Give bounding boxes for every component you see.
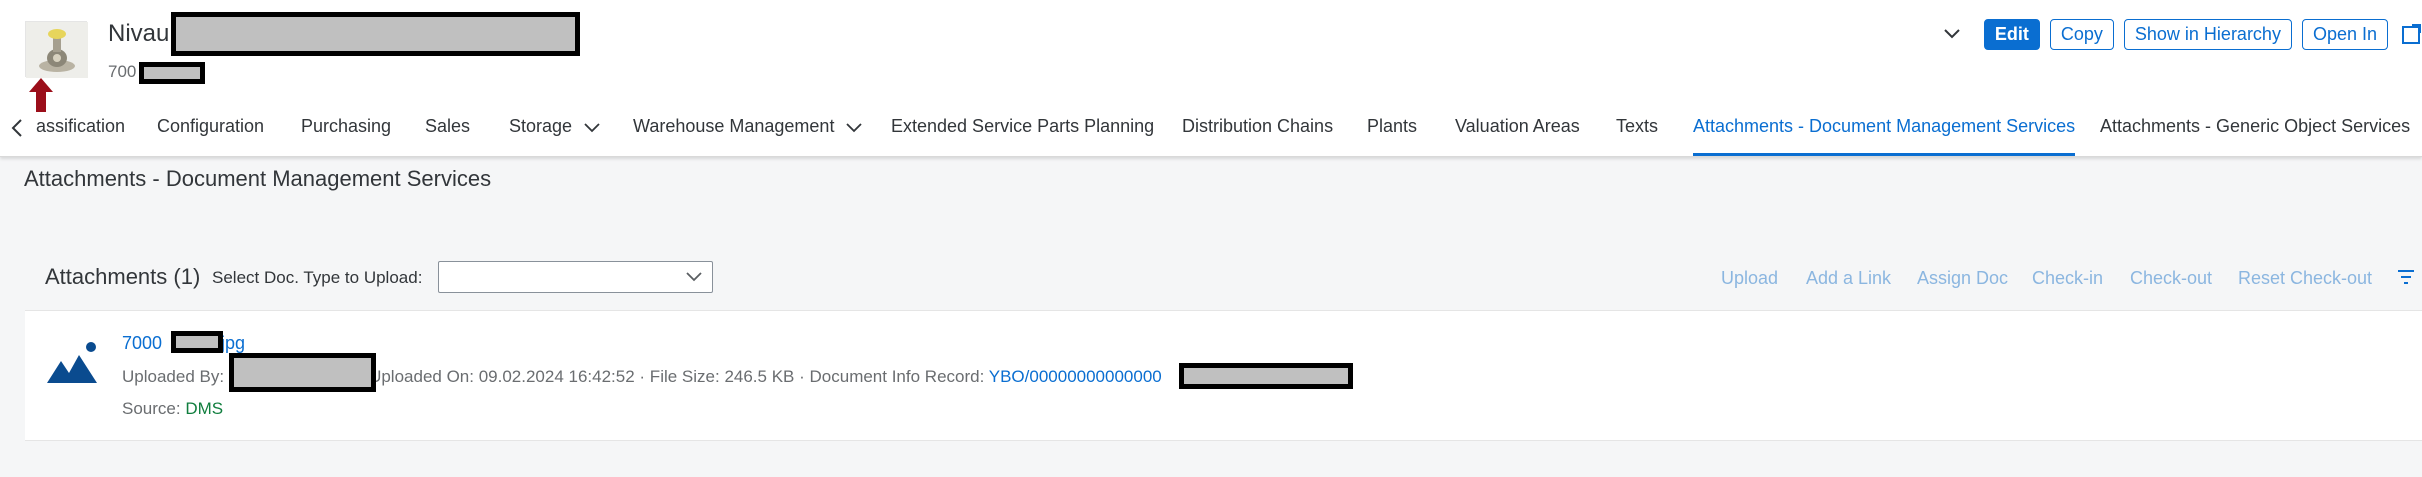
edit-button[interactable]: Edit bbox=[1983, 18, 2040, 50]
upload-button[interactable]: Upload bbox=[1721, 268, 1778, 289]
tab-distribution-chains[interactable]: Distribution Chains bbox=[1182, 116, 1333, 156]
tab-texts[interactable]: Texts bbox=[1616, 116, 1658, 156]
redacted-title-block bbox=[171, 12, 580, 56]
assign-doc-button[interactable]: Assign Doc bbox=[1917, 268, 2008, 289]
tab-attachments-gos[interactable]: Attachments - Generic Object Services bbox=[2100, 116, 2410, 156]
tab-configuration[interactable]: Configuration bbox=[157, 116, 264, 156]
tab-warehouse-management[interactable]: Warehouse Management bbox=[633, 116, 863, 156]
redacted-subtitle-block bbox=[139, 62, 205, 84]
chevron-left-icon[interactable] bbox=[10, 118, 30, 142]
chevron-down-icon[interactable] bbox=[1932, 18, 1972, 50]
reset-check-out-button[interactable]: Reset Check-out bbox=[2238, 268, 2372, 289]
attachments-toolbar: Attachments (1) Select Doc. Type to Uplo… bbox=[25, 258, 2422, 298]
check-in-button[interactable]: Check-in bbox=[2032, 268, 2103, 289]
object-title: Nivau bbox=[108, 20, 170, 47]
tab-classification[interactable]: assification bbox=[36, 116, 125, 156]
header-actions: Edit Copy Show in Hierarchy Open In bbox=[1932, 18, 2422, 50]
chevron-down-icon bbox=[686, 270, 702, 288]
object-page-header: Nivau 700 Edit Copy Show in Hierarchy Op… bbox=[0, 0, 2422, 157]
product-thumbnail-icon[interactable] bbox=[25, 21, 88, 78]
chevron-down-icon bbox=[846, 117, 863, 138]
add-link-button[interactable]: Add a Link bbox=[1806, 268, 1891, 289]
open-in-button[interactable]: Open In bbox=[2301, 18, 2388, 50]
tab-purchasing[interactable]: Purchasing bbox=[301, 116, 391, 156]
copy-button[interactable]: Copy bbox=[2049, 18, 2114, 50]
redacted-uploader-block bbox=[229, 353, 376, 392]
doc-type-select[interactable] bbox=[438, 261, 713, 293]
object-subtitle: 700 bbox=[108, 62, 137, 81]
tab-valuation-areas[interactable]: Valuation Areas bbox=[1455, 116, 1580, 156]
redacted-file-name-block bbox=[171, 331, 223, 353]
tab-attachments-dms[interactable]: Attachments - Document Management Servic… bbox=[1693, 116, 2076, 156]
section-title: Attachments - Document Management Servic… bbox=[24, 166, 492, 191]
document-info-record-link[interactable]: YBO/00000000000000 bbox=[989, 367, 1162, 386]
attachment-source: Source: DMS bbox=[122, 399, 224, 418]
check-out-button[interactable]: Check-out bbox=[2130, 268, 2212, 289]
tab-sales[interactable]: Sales bbox=[425, 116, 470, 156]
tab-bar: assification Configuration Purchasing Sa… bbox=[0, 108, 2422, 156]
chevron-down-icon bbox=[584, 117, 600, 138]
image-file-icon bbox=[47, 341, 99, 388]
tab-storage[interactable]: Storage bbox=[509, 116, 600, 156]
overflow-menu-icon[interactable] bbox=[2397, 268, 2415, 291]
tab-plants[interactable]: Plants bbox=[1367, 116, 1417, 156]
attachments-count-title: Attachments (1) bbox=[45, 264, 201, 289]
doc-type-select-label: Select Doc. Type to Upload: bbox=[212, 268, 423, 287]
external-link-icon[interactable] bbox=[2398, 18, 2422, 50]
redacted-doc-record-block bbox=[1179, 363, 1353, 389]
show-in-hierarchy-button[interactable]: Show in Hierarchy bbox=[2123, 18, 2292, 50]
attachment-list-item[interactable]: 7000 .jpg Uploaded By: Uploaded On: 09.02.… bbox=[25, 310, 2422, 441]
tab-extended-service-parts-planning[interactable]: Extended Service Parts Planning bbox=[891, 116, 1154, 156]
